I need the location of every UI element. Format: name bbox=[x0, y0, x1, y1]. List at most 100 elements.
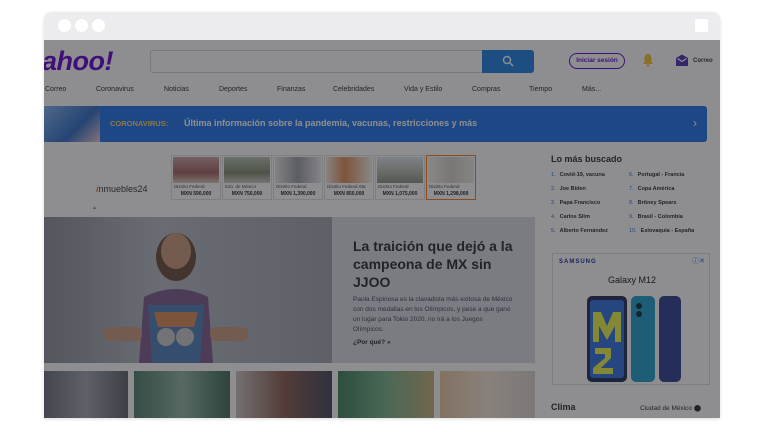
trending-item[interactable]: 5. Alberto Fernández bbox=[551, 228, 608, 234]
trending-label: Carlos Slim bbox=[559, 214, 590, 220]
trending-label: Covid-19, vacuna bbox=[559, 172, 605, 178]
listing-location: Distrito Federal bbox=[378, 184, 409, 189]
listing-price: MXN 1,390,000 bbox=[280, 191, 316, 197]
window-titlebar bbox=[44, 12, 720, 40]
phone-illustration bbox=[587, 296, 681, 382]
trending-label: Britney Spears bbox=[637, 200, 677, 206]
window-square-icon[interactable] bbox=[695, 19, 708, 32]
search-input[interactable] bbox=[150, 50, 482, 73]
ad-choices-icon[interactable]: ▲ bbox=[92, 205, 97, 211]
trending-rank: 7. bbox=[629, 186, 634, 192]
nav-item-vida-y-estilo[interactable]: Vida y Estilo bbox=[404, 86, 442, 93]
banner-image bbox=[44, 106, 100, 142]
story-thumbnail[interactable] bbox=[236, 371, 332, 418]
nav-item-finanzas[interactable]: Finanzas bbox=[277, 86, 305, 93]
window-maximize-dot[interactable] bbox=[92, 19, 105, 32]
trending-rank: 8. bbox=[629, 200, 634, 206]
coronavirus-banner[interactable]: CORONAVIRUS: Última información sobre la… bbox=[44, 106, 707, 142]
trending-item[interactable]: 4. Carlos Slim bbox=[551, 214, 590, 220]
trending-item[interactable]: 7. Copa América bbox=[629, 186, 674, 192]
mail-icon[interactable] bbox=[675, 54, 689, 67]
yahoo-logo[interactable]: ahoo! bbox=[44, 46, 114, 77]
mail-label[interactable]: Correo bbox=[693, 58, 713, 64]
listing-card[interactable]: Edo. de México MXN 750,000 bbox=[222, 155, 272, 200]
listing-photo bbox=[326, 157, 372, 183]
listing-price: MXN 850,000 bbox=[333, 191, 365, 197]
listing-location: Distrito Federal bbox=[276, 184, 307, 189]
nav-item-correo[interactable]: Correo bbox=[45, 86, 66, 93]
trending-item[interactable]: 6. Portugal - Francia bbox=[629, 172, 684, 178]
trending-label: Alberto Fernández bbox=[559, 228, 608, 234]
hero-summary: Paola Espinosa es la clavadista más exit… bbox=[353, 296, 513, 333]
window-close-dot[interactable] bbox=[58, 19, 71, 32]
listing-card[interactable]: Distrito Federal MXN 590,000 bbox=[171, 155, 221, 200]
ad-brand: SAMSUNG bbox=[559, 259, 597, 265]
nav-item-tiempo[interactable]: Tiempo bbox=[529, 86, 552, 93]
inmuebles24-logo[interactable]: inmuebles24 bbox=[96, 184, 148, 194]
weather-city[interactable]: Ciudad de México ⬤ bbox=[640, 404, 701, 412]
story-thumbnail[interactable] bbox=[338, 371, 434, 418]
nav-item-mas[interactable]: Más... bbox=[582, 86, 601, 93]
listing-location: Distrito Federal Sta bbox=[327, 184, 366, 189]
listing-price: MXN 590,000 bbox=[180, 191, 212, 197]
trending-item[interactable]: 3. Papa Francisco bbox=[551, 200, 600, 206]
trending-rank: 3. bbox=[551, 200, 556, 206]
athlete-photo bbox=[104, 233, 248, 363]
story-thumbnail[interactable] bbox=[44, 371, 128, 418]
trending-rank: 4. bbox=[551, 214, 556, 220]
banner-text: Última información sobre la pandemia, va… bbox=[184, 118, 478, 128]
listing-location: Distrito Federal bbox=[174, 184, 205, 189]
nav-item-coronavirus[interactable]: Coronavirus bbox=[96, 86, 134, 93]
hero-headline[interactable]: La traición que dejó a la campeona de MX… bbox=[353, 237, 523, 291]
story-thumbnail[interactable] bbox=[134, 371, 230, 418]
trending-item[interactable]: 8. Britney Spears bbox=[629, 200, 676, 206]
trending-label: Copa América bbox=[637, 186, 675, 192]
trending-label: Portugal - Francia bbox=[637, 172, 685, 178]
trending-rank: 2. bbox=[551, 186, 556, 192]
trending-label: Brasil - Colombia bbox=[637, 214, 683, 220]
banner-tag: CORONAVIRUS: bbox=[110, 119, 169, 128]
location-pin-icon: ⬤ bbox=[693, 405, 702, 412]
trending-label: Papa Francisco bbox=[559, 200, 601, 206]
listing-location: Distrito Federal bbox=[429, 184, 460, 189]
bell-icon[interactable] bbox=[642, 53, 654, 67]
trending-rank: 10. bbox=[629, 228, 637, 234]
trending-item[interactable]: 9. Brasil - Colombia bbox=[629, 214, 683, 220]
search-button[interactable] bbox=[482, 50, 534, 73]
listing-photo bbox=[377, 157, 423, 183]
yahoo-homepage: ahoo! Iniciar sesión Correo Correo Coron… bbox=[44, 40, 720, 418]
ad-model: Galaxy M12 bbox=[607, 275, 657, 285]
listing-price: MXN 1,298,000 bbox=[433, 191, 469, 197]
search-icon bbox=[502, 55, 514, 67]
ad-close-icon[interactable]: ⓘ✕ bbox=[692, 256, 705, 266]
hero-story[interactable]: La traición que dejó a la campeona de MX… bbox=[44, 217, 535, 363]
hero-read-more-link[interactable]: ¿Por qué? » bbox=[353, 339, 391, 346]
window-minimize-dot[interactable] bbox=[75, 19, 88, 32]
listing-price: MXN 750,000 bbox=[231, 191, 263, 197]
listing-location: Edo. de México bbox=[225, 184, 257, 189]
nav-item-noticias[interactable]: Noticias bbox=[164, 86, 189, 93]
nav-item-compras[interactable]: Compras bbox=[472, 86, 500, 93]
main-nav: Correo Coronavirus Noticias Deportes Fin… bbox=[44, 86, 720, 100]
weather-title: Clima bbox=[551, 402, 576, 412]
samsung-ad[interactable]: SAMSUNG ⓘ✕ Galaxy M12 bbox=[552, 253, 710, 385]
trending-item[interactable]: 2. Joe Biden bbox=[551, 186, 586, 192]
trending-rank: 6. bbox=[629, 172, 634, 178]
chevron-right-icon: › bbox=[693, 116, 697, 130]
story-thumbnail[interactable] bbox=[440, 371, 535, 418]
nav-item-celebridades[interactable]: Celebridades bbox=[333, 86, 374, 93]
nav-item-deportes[interactable]: Deportes bbox=[219, 86, 247, 93]
trending-rank: 1. bbox=[551, 172, 556, 178]
trending-item[interactable]: 10. Eslovaquia - España bbox=[629, 228, 694, 234]
trending-title: Lo más buscado bbox=[551, 154, 623, 164]
listing-card[interactable]: Distrito Federal MXN 1,390,000 bbox=[273, 155, 323, 200]
trending-label: Eslovaquia - España bbox=[640, 228, 695, 234]
listing-photo bbox=[275, 157, 321, 183]
signin-button[interactable]: Iniciar sesión bbox=[569, 53, 625, 69]
listing-card[interactable]: Distrito Federal MXN 1,298,000 bbox=[426, 155, 476, 200]
listing-card[interactable]: Distrito Federal MXN 1,075,000 bbox=[375, 155, 425, 200]
trending-item[interactable]: 1. Covid-19, vacuna bbox=[551, 172, 605, 178]
listing-card[interactable]: Distrito Federal Sta MXN 850,000 bbox=[324, 155, 374, 200]
listing-photo bbox=[428, 157, 474, 183]
browser-window: ahoo! Iniciar sesión Correo Correo Coron… bbox=[44, 12, 720, 418]
